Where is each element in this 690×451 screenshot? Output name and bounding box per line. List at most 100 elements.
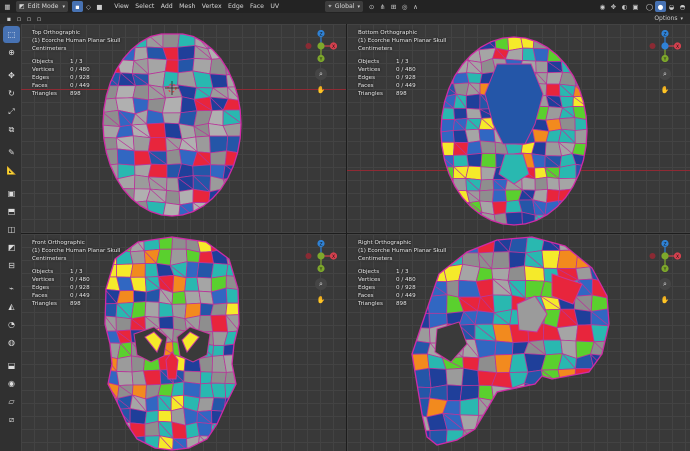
stat-row: Edges 0 / 928 <box>32 284 120 292</box>
stat-row: Triangles 898 <box>358 300 446 308</box>
inset-icon[interactable]: ◫ <box>3 221 20 238</box>
stat-label: Faces <box>32 83 48 89</box>
stat-label: Edges <box>32 285 49 291</box>
visibility-icon[interactable]: ◉ <box>597 1 608 12</box>
stat-label: Objects <box>32 269 54 275</box>
stat-label: Faces <box>358 83 374 89</box>
rotate-icon[interactable]: ↻ <box>3 85 20 102</box>
rip-icon[interactable]: ⧄ <box>3 411 20 428</box>
solid-shading-icon[interactable]: ● <box>655 1 666 12</box>
overlays-icon[interactable]: ◐ <box>619 1 630 12</box>
move-icon[interactable]: ✥ <box>3 67 20 84</box>
menu-select[interactable]: Select <box>132 3 157 10</box>
menu-uv[interactable]: UV <box>267 3 282 10</box>
svg-text:X: X <box>332 254 335 260</box>
navigation-gizmo[interactable]: X Z Y <box>305 240 337 272</box>
pan-hand-icon[interactable]: ✋ <box>315 294 327 306</box>
zoom-icon[interactable]: ⌕ <box>315 68 327 80</box>
stat-row: Triangles 898 <box>32 300 120 308</box>
edge-slide-icon[interactable]: ⬓ <box>3 357 20 374</box>
stat-row: Vertices 0 / 480 <box>358 66 446 74</box>
face-select-icon[interactable]: ■ <box>94 1 105 12</box>
navigation-gizmo[interactable]: X Z Y <box>649 240 681 272</box>
stat-label: Edges <box>32 75 49 81</box>
wireframe-shading-icon[interactable]: ◯ <box>644 1 655 12</box>
viewport-top-orthographic[interactable]: Top Orthographic (1) Ecorche Human Planar… <box>21 24 346 233</box>
svg-text:X: X <box>676 44 679 50</box>
viewport-divider-horizontal[interactable] <box>21 233 690 234</box>
tool-settings-bar: ▪ ▫ ▫ ▫ Options ▾ <box>0 13 690 24</box>
viewport-bottom-orthographic[interactable]: Bottom Orthographic (1) Ecorche Human Pla… <box>347 24 690 233</box>
stat-value: 0 / 928 <box>396 285 416 291</box>
shear-icon[interactable]: ▱ <box>3 393 20 410</box>
editor-type-icon[interactable]: ▦ <box>2 1 13 12</box>
navigation-gizmo[interactable]: X Z Y <box>649 30 681 62</box>
cursor-icon[interactable]: ⊕ <box>3 44 20 61</box>
transform-icon[interactable]: ⧉ <box>3 121 20 138</box>
object-name: (1) Ecorche Human Planar Skull <box>358 38 447 44</box>
stat-value: 0 / 480 <box>396 67 416 73</box>
viewport-divider-vertical[interactable] <box>346 24 347 451</box>
stat-value: 0 / 480 <box>70 67 90 73</box>
stat-label: Objects <box>358 59 380 65</box>
zoom-icon[interactable]: ⌕ <box>659 68 671 80</box>
smooth-icon[interactable]: ◍ <box>3 334 20 351</box>
vertex-select-icon[interactable]: ▪ <box>72 1 83 12</box>
shrink-icon[interactable]: ◉ <box>3 375 20 392</box>
menu-face[interactable]: Face <box>247 3 267 10</box>
pan-hand-icon[interactable]: ✋ <box>659 84 671 96</box>
viewport-info-overlay: Front Orthographic (1) Ecorche Human Plan… <box>32 239 120 308</box>
measure-icon[interactable]: 📐 <box>3 162 20 179</box>
viewport-right-orthographic[interactable]: Right Orthographic (1) Ecorche Human Plan… <box>347 234 690 451</box>
menu-add[interactable]: Add <box>158 3 176 10</box>
select-extend-icon[interactable]: ▫ <box>14 14 24 23</box>
object-name: (1) Ecorche Human Planar Skull <box>32 38 121 44</box>
spin-icon[interactable]: ◔ <box>3 316 20 333</box>
select-subtract-icon[interactable]: ▫ <box>24 14 34 23</box>
stat-row: Objects 1 / 3 <box>358 268 446 276</box>
stat-value: 1 / 3 <box>70 59 83 65</box>
svg-text:Z: Z <box>663 242 666 248</box>
pan-hand-icon[interactable]: ✋ <box>315 84 327 96</box>
extrude-icon[interactable]: ⬒ <box>3 203 20 220</box>
snap-target-icon[interactable]: ⊞ <box>388 1 399 12</box>
proportional-edit-icon[interactable]: ◎ <box>399 1 410 12</box>
pivot-icon[interactable]: ⊙ <box>366 1 377 12</box>
xray-icon[interactable]: ▣ <box>630 1 641 12</box>
falloff-icon[interactable]: ∧ <box>410 1 421 12</box>
menu-edge[interactable]: Edge <box>225 3 247 10</box>
annotate-icon[interactable]: ✎ <box>3 144 20 161</box>
zoom-icon[interactable]: ⌕ <box>659 278 671 290</box>
orientation-label: Global <box>334 3 355 10</box>
stat-row: Faces 0 / 449 <box>32 82 120 90</box>
stat-row: Edges 0 / 928 <box>358 284 446 292</box>
select-new-icon[interactable]: ▪ <box>4 14 14 23</box>
transform-orientation-dropdown[interactable]: ⌖ Global ▾ <box>325 1 364 12</box>
menu-vertex[interactable]: Vertex <box>199 3 225 10</box>
stat-row: Edges 0 / 928 <box>32 74 120 82</box>
header-menu: View Select Add Mesh Vertex Edge Face UV <box>111 3 282 10</box>
navigation-gizmo[interactable]: X Z Y <box>305 30 337 62</box>
snap-icon[interactable]: ⋔ <box>377 1 388 12</box>
chevron-down-icon: ▾ <box>357 3 361 10</box>
knife-icon[interactable]: ⌁ <box>3 280 20 297</box>
gizmo-toggle-icon[interactable]: ✥ <box>608 1 619 12</box>
loop-cut-icon[interactable]: ⊟ <box>3 257 20 274</box>
add-cube-icon[interactable]: ▣ <box>3 185 20 202</box>
menu-mesh[interactable]: Mesh <box>176 3 199 10</box>
menu-view[interactable]: View <box>111 3 132 10</box>
pan-hand-icon[interactable]: ✋ <box>659 294 671 306</box>
scale-icon[interactable]: ⤢ <box>3 103 20 120</box>
material-shading-icon[interactable]: ◒ <box>666 1 677 12</box>
select-box-icon[interactable]: ⬚ <box>3 26 20 43</box>
poly-build-icon[interactable]: ◭ <box>3 298 20 315</box>
select-invert-icon[interactable]: ▫ <box>34 14 44 23</box>
options-dropdown[interactable]: Options ▾ <box>651 13 686 24</box>
zoom-icon[interactable]: ⌕ <box>315 278 327 290</box>
rendered-shading-icon[interactable]: ◓ <box>677 1 688 12</box>
edge-select-icon[interactable]: ◇ <box>83 1 94 12</box>
viewport-front-orthographic[interactable]: Front Orthographic (1) Ecorche Human Plan… <box>21 234 346 451</box>
options-label: Options <box>654 15 678 22</box>
mode-dropdown[interactable]: ◩ Edit Mode ▾ <box>16 1 68 12</box>
bevel-icon[interactable]: ◩ <box>3 239 20 256</box>
